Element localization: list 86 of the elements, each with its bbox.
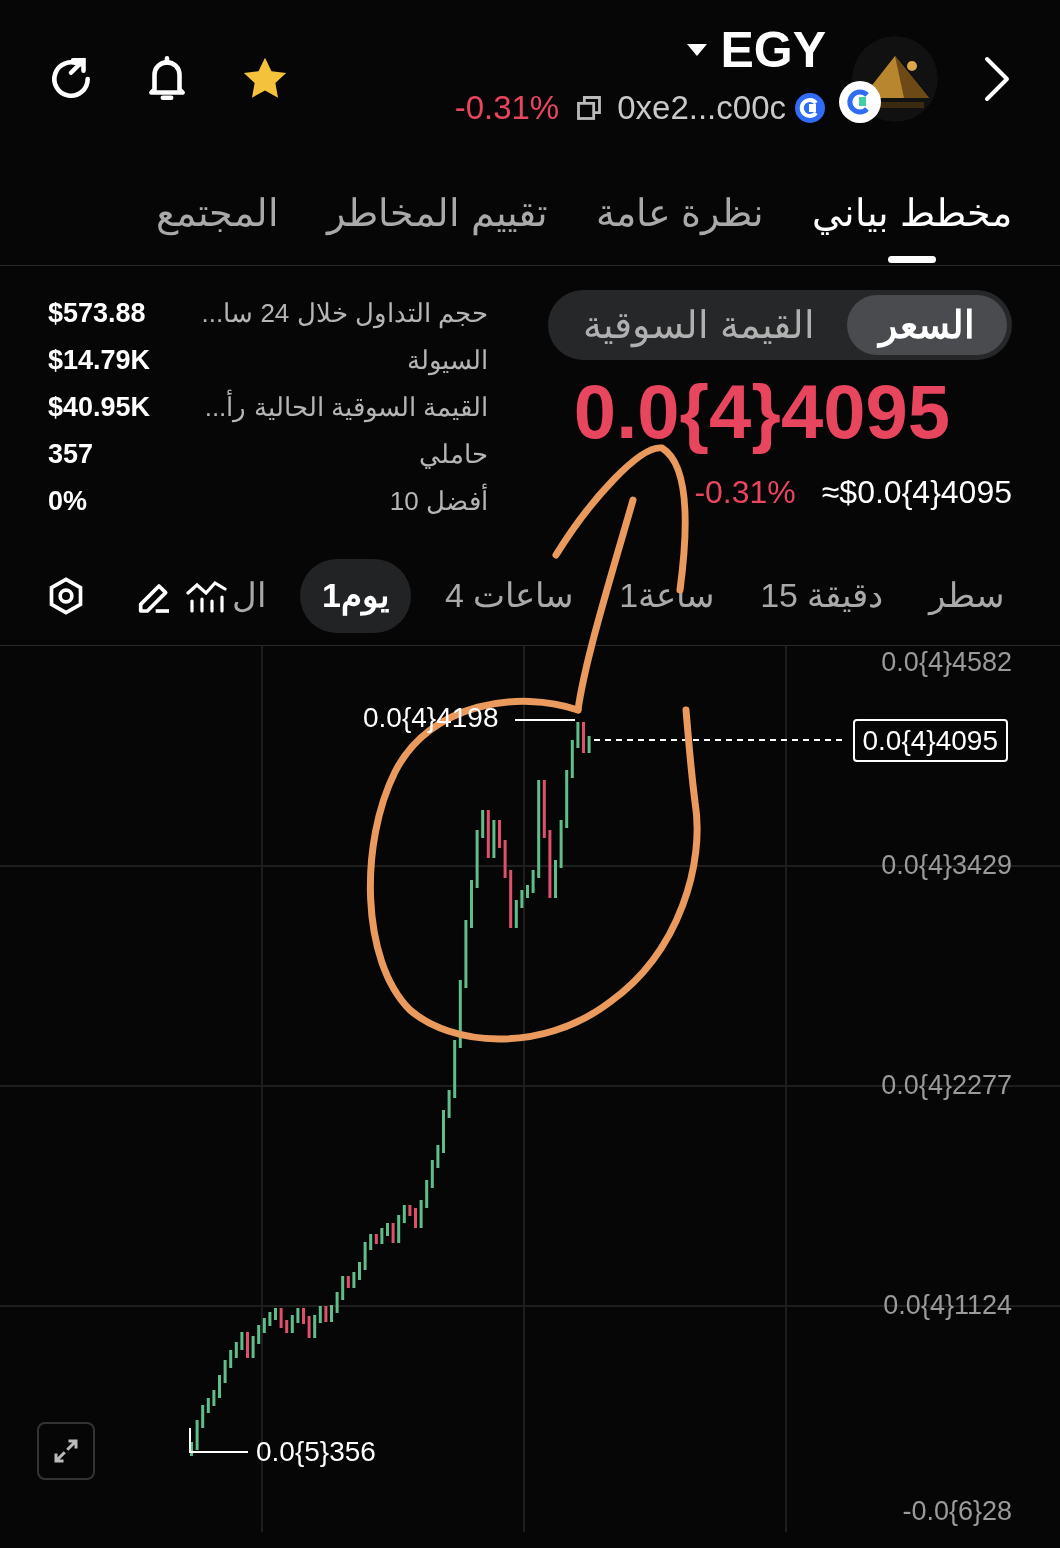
stat-value: $14.79K <box>48 344 151 378</box>
leader-line <box>514 719 576 721</box>
fullscreen-button[interactable] <box>37 1422 95 1480</box>
candlestick <box>335 1292 339 1313</box>
candlestick <box>190 1442 193 1456</box>
candlestick <box>380 1228 384 1244</box>
copy-icon[interactable] <box>575 94 604 122</box>
leader-line <box>189 1427 249 1453</box>
candlestick <box>391 1223 395 1243</box>
candlestick <box>554 860 557 898</box>
candlestick <box>470 880 473 928</box>
candlestick <box>274 1308 277 1320</box>
contract-address: 0xe2...c00c <box>617 88 786 129</box>
candlestick <box>330 1305 333 1322</box>
candlestick <box>526 885 529 898</box>
axis-label: 0.0{4}1124 <box>883 1292 1012 1319</box>
candlestick <box>223 1360 227 1383</box>
candlestick <box>503 840 507 878</box>
candlestick <box>587 736 591 753</box>
candlestick <box>498 820 501 848</box>
candlestick <box>475 830 479 888</box>
price-change: -0.31% <box>454 88 560 129</box>
current-price-tag: 0.0{4}4095 <box>852 719 1008 762</box>
candlestick <box>520 890 524 908</box>
candlestick <box>212 1390 216 1406</box>
interval-tab[interactable]: ال <box>174 558 278 633</box>
token-symbol: EGY <box>720 25 826 76</box>
stat-value: 0% <box>48 485 88 519</box>
candlestick <box>531 870 535 893</box>
candlestick <box>436 1145 440 1168</box>
interval-tab[interactable]: 4 ساعات <box>432 558 586 633</box>
indicator-chart-icon <box>186 578 228 613</box>
tab[interactable]: تقييم المخاطر <box>327 188 548 238</box>
candlestick <box>548 830 552 898</box>
candlestick <box>246 1332 249 1358</box>
candlestick <box>251 1336 255 1358</box>
candlestick <box>240 1332 244 1350</box>
tab-underline <box>888 256 937 263</box>
stat-value: 357 <box>48 438 94 472</box>
candlestick <box>324 1306 328 1322</box>
interval-tab[interactable]: سطر <box>917 558 1017 633</box>
candlestick <box>492 820 496 858</box>
chevron-right-icon[interactable] <box>982 55 1012 103</box>
chain-badge-icon <box>794 92 826 124</box>
candlestick <box>447 1090 451 1118</box>
stat-label: أفضل 10 <box>389 482 488 521</box>
interval-tab[interactable]: 1يوم <box>300 558 411 633</box>
candlestick <box>442 1110 445 1153</box>
tab[interactable]: مخطط بياني <box>812 188 1012 238</box>
candlestick <box>386 1223 389 1236</box>
candlestick <box>464 920 468 988</box>
candlestick <box>576 722 580 748</box>
candlestick <box>408 1205 412 1216</box>
stat-value: $40.95K <box>48 391 151 425</box>
candlestick <box>268 1312 272 1326</box>
axis-label: 0.0{4}4582 <box>881 649 1012 676</box>
network-badge-icon <box>838 80 882 124</box>
candlestick <box>218 1375 221 1398</box>
usd-price: ≈$0.0{4}4095 <box>821 473 1012 512</box>
tab[interactable]: نظرة عامة <box>595 188 765 238</box>
axis-label: -0.0{6}28 <box>902 1498 1012 1525</box>
candlestick <box>559 820 563 868</box>
low-price-label: 0.0{5}356 <box>256 1438 376 1466</box>
candlestick <box>195 1420 199 1450</box>
interval-tab[interactable]: 15 دقيقة <box>748 558 896 633</box>
candlestick <box>302 1308 305 1324</box>
stat-label: حاملي <box>419 438 488 471</box>
candlestick <box>296 1308 300 1323</box>
stat-label: القيمة السوقية الحالية رأ... <box>204 388 488 427</box>
tab[interactable]: المجتمع <box>156 188 280 238</box>
candlestick <box>414 1208 417 1228</box>
stat-value: $573.88 <box>48 297 146 331</box>
toggle-option[interactable]: السعر <box>847 295 1007 355</box>
axis-label: 0.0{4}2277 <box>881 1072 1012 1099</box>
candlestick <box>352 1272 356 1288</box>
stat-label: حجم التداول خلال 24 سا... <box>201 297 488 331</box>
candlestick <box>307 1316 311 1338</box>
axis-label: 0.0{4}3429 <box>881 852 1012 879</box>
candlestick <box>358 1262 361 1280</box>
candlestick <box>363 1242 367 1270</box>
price-change: -0.31% <box>694 473 796 512</box>
candlestick <box>419 1200 423 1228</box>
candlestick <box>279 1308 283 1328</box>
candlestick <box>582 722 585 753</box>
stat-label: السيولة <box>407 344 488 378</box>
toggle-option[interactable]: القيمة السوقية <box>551 295 847 355</box>
